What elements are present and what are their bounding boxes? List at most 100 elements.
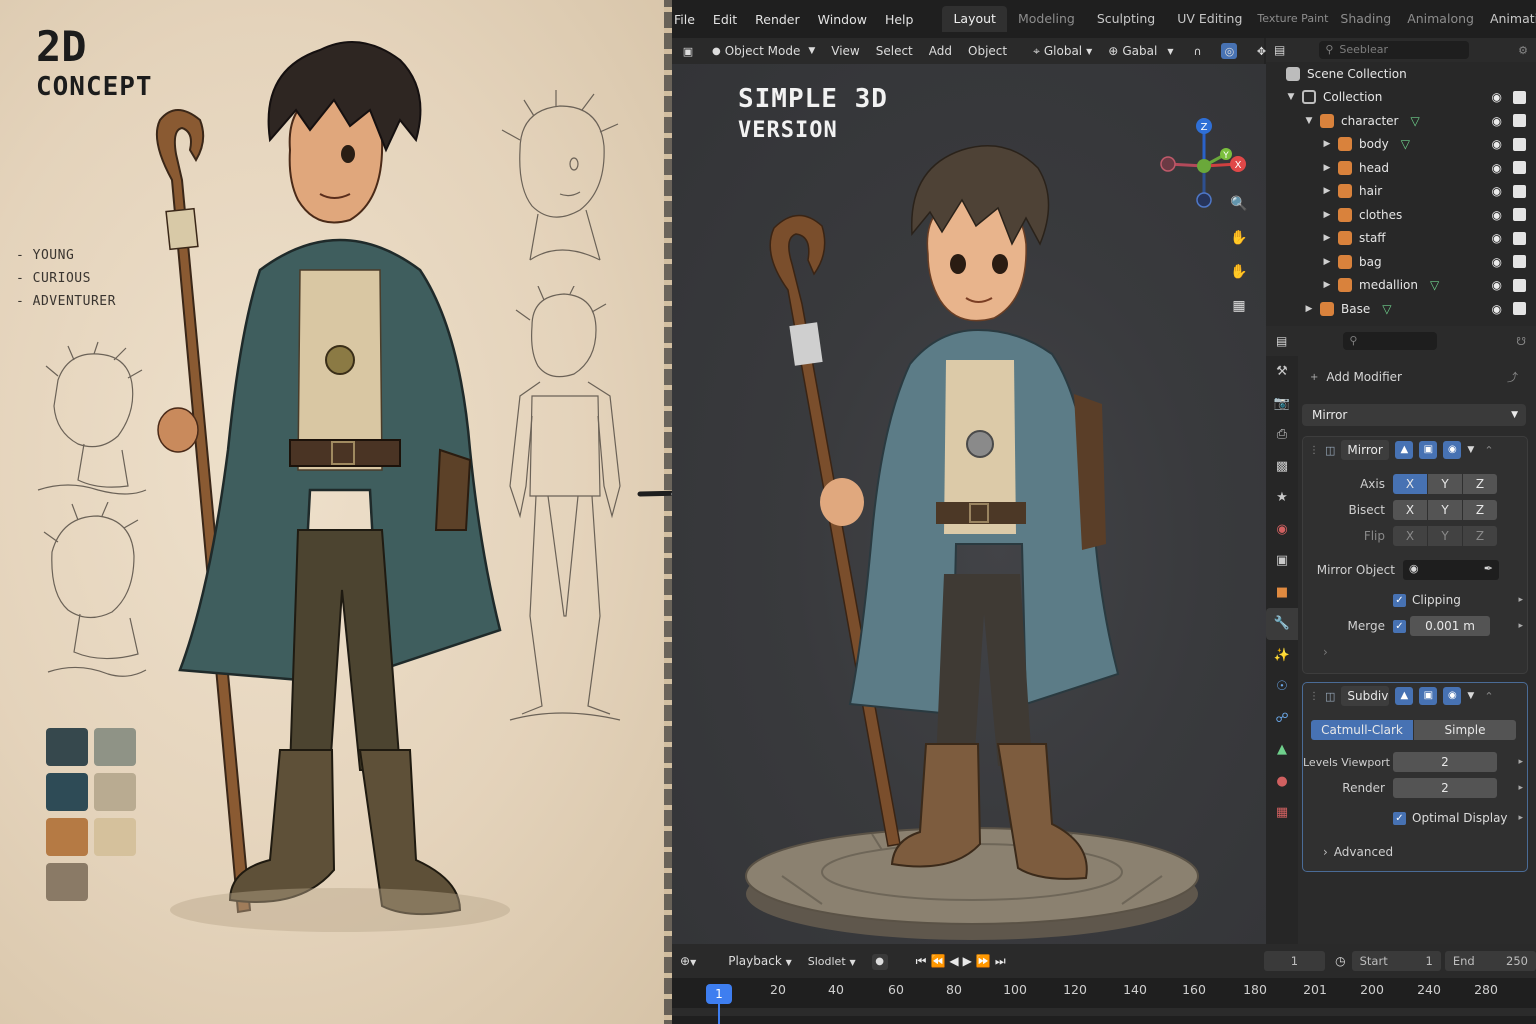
zoom-icon[interactable]: 🔍 — [1224, 192, 1254, 216]
output-tab-icon[interactable]: ⎙ — [1266, 419, 1298, 451]
mirror-data-subpanel[interactable]: › — [1303, 639, 1527, 665]
merge-checkbox[interactable]: ✓ — [1393, 619, 1406, 633]
orientation-dropdown[interactable]: ⌖ Global ▼ — [1025, 44, 1100, 59]
render-visibility-icon[interactable] — [1513, 161, 1526, 175]
catmull-clark-option[interactable]: Catmull-Clark — [1311, 720, 1413, 740]
outliner-row-collection[interactable]: ▼ Collection ◉ — [1266, 86, 1536, 110]
expand-right-icon[interactable]: ▶ — [1304, 304, 1314, 314]
outliner-search-input[interactable]: ⚲ Seeblear — [1319, 41, 1470, 59]
outliner-row-character[interactable]: ▼ character ▽ ◉ — [1266, 109, 1536, 133]
menu-file[interactable]: File — [672, 12, 704, 27]
particles-tab-icon[interactable]: ✨ — [1266, 640, 1298, 672]
realtime-toggle-icon[interactable]: ▣ — [1419, 441, 1438, 459]
eye-icon[interactable]: ◉ — [1492, 137, 1502, 151]
eye-icon[interactable]: ◉ — [1492, 184, 1502, 198]
render-visibility-icon[interactable] — [1513, 90, 1526, 104]
filter-icon[interactable]: ⚙ — [1518, 44, 1528, 57]
chevron-down-icon[interactable]: ▼ — [1467, 691, 1474, 701]
axis-z-toggle[interactable]: Z — [1463, 474, 1497, 494]
optimal-display-checkbox[interactable]: ✓ — [1393, 811, 1406, 825]
eye-icon[interactable]: ◉ — [1492, 255, 1502, 269]
expand-right-icon[interactable]: ▶ — [1322, 233, 1332, 243]
tab-sculpting[interactable]: Sculpting — [1086, 6, 1166, 32]
levels-viewport-field[interactable]: 2 — [1393, 752, 1497, 772]
timeline-area[interactable]: 1 20 40 60 80 100 120 140 160 180 201 20… — [672, 978, 1536, 1024]
render-visibility-icon[interactable] — [1513, 278, 1526, 292]
viewport-menu-add[interactable]: Add — [921, 44, 960, 58]
collapse-icon[interactable]: ⌃ — [1484, 444, 1493, 457]
tab-uv-editing[interactable]: UV Editing — [1166, 6, 1253, 32]
edit-mode-toggle-icon[interactable]: ▲ — [1395, 441, 1414, 459]
collapse-icon[interactable]: ⌃ — [1484, 690, 1493, 703]
render-tab-icon[interactable]: 📷 — [1266, 388, 1298, 420]
outliner-row-staff[interactable]: ▶ staff ◉ — [1266, 227, 1536, 251]
tab-texture-paint[interactable]: Texture Paint — [1253, 6, 1332, 32]
render-visibility-icon[interactable] — [1513, 184, 1526, 198]
expand-down-icon[interactable]: ▼ — [1286, 92, 1296, 102]
outliner-row-hair[interactable]: ▶ hair ◉ — [1266, 180, 1536, 204]
tab-layout[interactable]: Layout — [942, 6, 1007, 32]
start-frame-field[interactable]: Start 1 — [1351, 951, 1441, 971]
flip-x-toggle[interactable]: X — [1393, 526, 1427, 546]
prev-keyframe-icon[interactable]: ⏪ — [930, 954, 945, 969]
keyframe-dot-icon[interactable]: ▸ — [1518, 757, 1523, 767]
render-visibility-icon[interactable] — [1513, 302, 1526, 316]
keyframe-dot-icon[interactable]: ▸ — [1518, 595, 1523, 605]
add-modifier-button[interactable]: + Add Modifier ⤴ — [1302, 364, 1526, 390]
modifier-tab-icon[interactable]: 🔧 — [1266, 608, 1298, 640]
expand-right-icon[interactable]: ▶ — [1322, 186, 1332, 196]
axis-x-toggle[interactable]: X — [1393, 474, 1427, 494]
render-visibility-icon[interactable] — [1513, 114, 1526, 128]
render-visibility-icon[interactable] — [1513, 137, 1526, 151]
pivot-dropdown[interactable]: ⊕ Gabal ▼ — [1100, 44, 1181, 58]
subdivision-modifier-name[interactable]: Subdivi — [1341, 686, 1390, 706]
mirror-object-field[interactable]: ◉ ✒ — [1403, 560, 1499, 580]
camera-view-icon[interactable]: ✋ — [1224, 260, 1254, 284]
edit-mode-toggle-icon[interactable]: ▲ — [1395, 687, 1414, 705]
play-reverse-icon[interactable]: ◀ — [949, 954, 958, 969]
keyframe-dot-icon[interactable]: ▸ — [1518, 783, 1523, 793]
render-visibility-icon[interactable] — [1513, 208, 1526, 222]
eye-icon[interactable]: ◉ — [1492, 278, 1502, 292]
menu-render[interactable]: Render — [746, 12, 809, 27]
expand-right-icon[interactable]: ▶ — [1322, 163, 1332, 173]
bisect-y-toggle[interactable]: Y — [1428, 500, 1462, 520]
outliner-row-base[interactable]: ▶ Base ▽ ◉ — [1266, 297, 1536, 321]
outliner-row-bag[interactable]: ▶ bag ◉ — [1266, 250, 1536, 274]
eye-icon[interactable]: ◉ — [1492, 90, 1502, 104]
keyframe-dot-icon[interactable]: ▸ — [1518, 621, 1523, 631]
outliner-row-body[interactable]: ▶ body ▽ ◉ — [1266, 133, 1536, 157]
expand-right-icon[interactable]: ▶ — [1322, 210, 1332, 220]
end-frame-field[interactable]: End 250 — [1444, 951, 1536, 971]
tab-animation[interactable]: Animation — [1482, 6, 1536, 32]
tab-shading[interactable]: Shading — [1332, 6, 1399, 32]
jump-end-icon[interactable]: ⏭ — [995, 954, 1006, 969]
expand-down-icon[interactable]: ▼ — [1304, 116, 1314, 126]
proportional-toggle[interactable]: ◎ — [1213, 43, 1245, 59]
outliner-row-medallion[interactable]: ▶ medallion ▽ ◉ — [1266, 274, 1536, 298]
eye-icon[interactable]: ◉ — [1492, 114, 1502, 128]
expand-right-icon[interactable]: ▶ — [1322, 139, 1332, 149]
axis-y-toggle[interactable]: Y — [1428, 474, 1462, 494]
menu-window[interactable]: Window — [809, 12, 876, 27]
3d-character-render[interactable] — [722, 104, 1222, 944]
render-toggle-icon[interactable]: ◉ — [1443, 687, 1462, 705]
auto-key-toggle[interactable]: ● — [864, 953, 896, 970]
texture-tab-icon[interactable]: ▦ — [1266, 797, 1298, 829]
editor-type-button[interactable]: ▣ — [672, 43, 704, 59]
eye-icon[interactable]: ◉ — [1492, 161, 1502, 175]
outliner-scene-collection[interactable]: Scene Collection — [1266, 62, 1536, 86]
modifier-selector-dropdown[interactable]: Mirror ▼ — [1302, 404, 1526, 426]
flip-z-toggle[interactable]: Z — [1463, 526, 1497, 546]
clipping-checkbox[interactable]: ✓ — [1393, 593, 1406, 607]
eye-icon[interactable]: ◉ — [1492, 231, 1502, 245]
material-tab-icon[interactable]: ● — [1266, 766, 1298, 798]
physics-tab-icon[interactable]: ☉ — [1266, 671, 1298, 703]
menu-help[interactable]: Help — [876, 12, 923, 27]
menu-edit[interactable]: Edit — [704, 12, 746, 27]
render-visibility-icon[interactable] — [1513, 231, 1526, 245]
merge-distance-field[interactable]: 0.001 m — [1410, 616, 1490, 636]
mirror-modifier-name[interactable]: Mirror — [1341, 440, 1390, 460]
play-icon[interactable]: ▶ — [963, 954, 972, 969]
collection-tab-icon[interactable]: ▣ — [1266, 545, 1298, 577]
